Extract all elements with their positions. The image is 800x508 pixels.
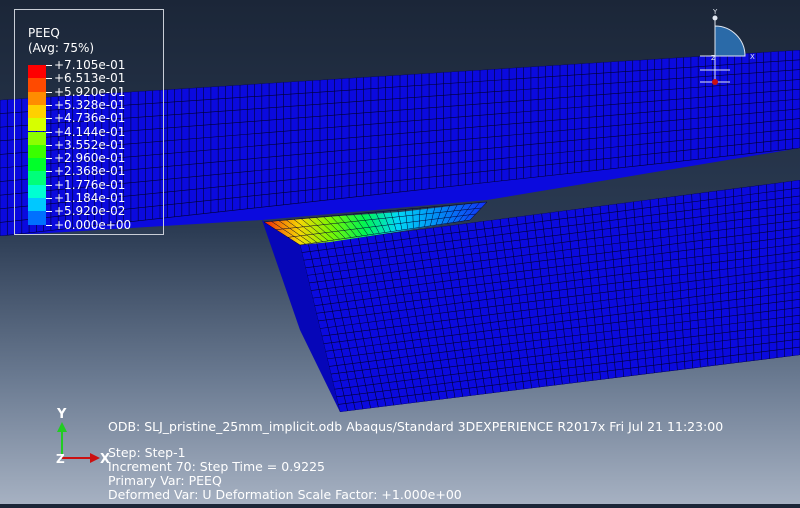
legend-tick [46,118,52,120]
legend-level-label: +4.736e-01 [54,111,126,126]
legend-level-label: +4.144e-01 [54,124,126,139]
legend-level-label: +1.776e-01 [54,177,126,192]
legend-color-swatch [28,91,46,105]
legend-title: PEEQ [28,26,60,40]
legend-color-swatch [28,104,46,119]
legend-tick [46,198,52,199]
legend-color-swatch [28,65,46,79]
legend-tick [46,104,52,106]
legend-tick [46,211,52,213]
triad-y-label: Y [56,407,67,422]
legend-color-swatch [28,118,46,132]
legend-level-label: +7.105e-01 [54,58,126,72]
legend-tick [46,91,52,93]
legend-color-swatch [28,144,46,159]
view-triad-z-label: Z [711,54,716,62]
deformed-var-line: Deformed Var: U Deformation Scale Factor… [108,487,462,502]
legend-tick [46,144,52,146]
view-triad-x-label: X [750,53,755,61]
triad-z-label: Z [56,452,65,466]
legend-level-label: +0.000e+00 [54,217,132,232]
legend-level-label: +3.552e-01 [54,137,126,152]
legend-tick [46,158,52,160]
legend-color-swatch [28,171,46,185]
legend-subtitle: (Avg: 75%) [28,41,95,55]
view-orientation-triad: Y X Z [700,8,755,85]
legend-level-label: +5.920e-02 [54,204,126,219]
primary-var-line: Primary Var: PEEQ [108,473,222,488]
view-triad-y-label: Y [712,8,718,16]
legend-level-label: +6.513e-01 [54,71,126,86]
legend-tick [46,65,52,66]
peeq-legend: PEEQ (Avg: 75%) +7.105e-01 +6.513e-01 +5.9… [14,9,164,235]
legend-color-swatch [28,198,46,212]
legend-tick [46,224,52,226]
legend-tick [46,184,52,186]
odb-info-line: ODB: SLJ_pristine_25mm_implicit.odb Abaq… [108,419,724,434]
legend-tick [46,78,52,80]
legend-level-label: +2.368e-01 [54,164,126,179]
legend-color-swatch [28,184,46,198]
legend-color-swatch [28,158,46,172]
legend-level-label: +1.184e-01 [54,191,126,205]
legend-level-label: +5.920e-01 [54,84,126,99]
legend-color-swatch [28,131,46,145]
step-info-line: Step: Step-1 [108,445,186,460]
legend-color-swatch [28,78,46,92]
legend-level-label: +5.328e-01 [54,97,126,112]
legend-level-label: +2.960e-01 [54,151,126,166]
legend-tick [46,171,52,173]
increment-info-line: Increment 70: Step Time = 0.9225 [108,459,325,474]
legend-color-swatch [28,211,46,225]
legend-tick [46,131,52,133]
